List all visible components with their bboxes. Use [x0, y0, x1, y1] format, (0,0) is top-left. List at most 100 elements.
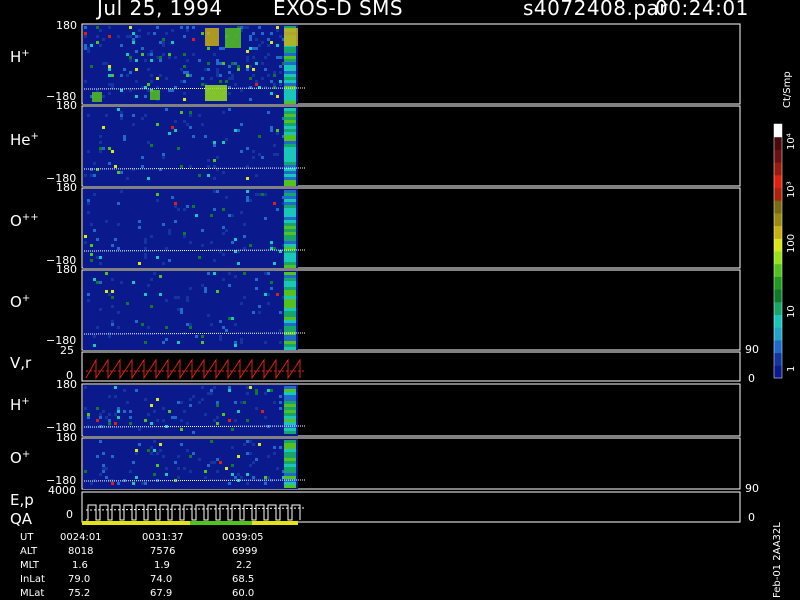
spectrogram-cell	[99, 413, 102, 416]
spectrogram-cell	[129, 71, 132, 74]
spectrogram-cell	[284, 305, 296, 308]
spectrogram-bg-hp1	[83, 25, 298, 104]
spectrogram-cell	[168, 89, 171, 92]
spectrogram-cell	[99, 147, 102, 150]
spectrogram-cell	[225, 329, 228, 332]
spectrogram-cell	[255, 62, 258, 65]
spectrogram-cell	[135, 59, 138, 62]
spectrogram-cell	[171, 126, 174, 129]
footer-ut-3: 0039:05	[222, 532, 264, 543]
spectrogram-cell	[132, 38, 135, 41]
spectrogram-cell	[144, 419, 147, 422]
spectrogram-cell	[105, 62, 108, 65]
spectrogram-cell	[168, 53, 171, 56]
spectrogram-cell	[264, 392, 267, 395]
spectrogram-cell	[246, 147, 249, 150]
spectrogram-cell	[284, 89, 296, 92]
spectrogram-cell	[246, 68, 249, 71]
spectrogram-cell	[150, 235, 153, 238]
spectrogram-cell	[84, 407, 87, 410]
colorbar-swatch	[774, 263, 782, 277]
spectrogram-cell	[102, 464, 105, 467]
spectrogram-cell	[284, 202, 296, 205]
spectrogram-cell	[87, 416, 90, 419]
spectrogram-cell	[150, 446, 153, 449]
spectrogram-cell	[165, 473, 168, 476]
spectrogram-cell	[120, 89, 123, 92]
spectrogram-cell	[90, 65, 93, 68]
tick-opp-top: 180	[56, 181, 77, 194]
colorbar-swatch	[774, 187, 782, 201]
spectrogram-cell	[132, 461, 135, 464]
spectrogram-cell	[90, 244, 93, 247]
spectrogram-cell	[201, 32, 204, 35]
spectrogram-cell	[270, 281, 273, 284]
spectrogram-cell	[231, 428, 234, 431]
spectrogram-cell	[207, 159, 210, 162]
spectrogram-cell	[132, 32, 135, 35]
panel-label-o-plus: O+	[10, 293, 31, 311]
spectrogram-cell	[177, 147, 180, 150]
footer-mlt-1: 1.6	[72, 560, 88, 571]
spectrogram-cell	[246, 199, 249, 202]
spectrogram-cell	[171, 29, 174, 32]
spectrogram-cell	[284, 77, 296, 80]
spectrogram-cell	[120, 171, 123, 174]
spectrogram-patch	[205, 85, 227, 101]
spectrogram-cell	[267, 44, 270, 47]
spectrogram-cell	[162, 41, 165, 44]
spectrogram-cell	[216, 470, 219, 473]
spectrogram-cell	[234, 419, 237, 422]
spectrogram-cell	[90, 259, 93, 262]
spectrogram-cell	[234, 83, 237, 86]
spectrogram-cell	[231, 317, 234, 320]
spectrogram-cell	[105, 220, 108, 223]
spectrogram-cell	[195, 335, 198, 338]
spectrogram-cell	[231, 77, 234, 80]
spectrogram-cell	[171, 196, 174, 199]
spectrogram-cell	[243, 235, 246, 238]
spectrogram-cell	[284, 50, 296, 53]
spectrogram-cell	[222, 208, 225, 211]
spectrogram-cell	[135, 389, 138, 392]
spectrogram-cell	[162, 341, 165, 344]
spectrogram-cell	[279, 407, 282, 410]
spectrogram-cell	[219, 320, 222, 323]
spectrogram-cell	[246, 440, 249, 443]
spectrogram-cell	[279, 56, 282, 59]
footer-alt-2: 7576	[150, 546, 176, 557]
spectrogram-cell	[284, 226, 296, 229]
spectrogram-cell	[156, 199, 159, 202]
spectrogram-cell	[249, 386, 252, 389]
tick-h-top: 180	[56, 19, 77, 32]
spectrogram-cell	[156, 419, 159, 422]
spectrogram-cell	[273, 401, 276, 404]
spectrogram-cell	[111, 305, 114, 308]
spectrogram-cell	[168, 229, 171, 232]
spectrogram-cell	[114, 165, 117, 168]
spectrogram-cell	[237, 455, 240, 458]
spectrogram-cell	[284, 326, 296, 329]
spectrogram-cell	[270, 244, 273, 247]
footer-label-ut: UT	[20, 532, 34, 543]
spectrogram-cell	[96, 89, 99, 92]
spectrogram-cell	[255, 193, 258, 196]
spectrogram-cell	[204, 476, 207, 479]
spectrogram-cell	[234, 238, 237, 241]
colorbar-swatch	[774, 276, 782, 290]
colorbar-tick-100: 100	[786, 233, 797, 253]
spectrogram-cell	[201, 335, 204, 338]
spectrogram-cell	[168, 259, 171, 262]
spectrogram-cell	[168, 410, 171, 413]
colorbar-tick-10000: 10⁴	[786, 133, 797, 150]
spectrogram-cell	[270, 126, 273, 129]
spectrogram-cell	[225, 467, 228, 470]
spectrogram-cell	[156, 256, 159, 259]
spectrogram-cell	[117, 223, 120, 226]
spectrogram-cell	[165, 247, 168, 250]
panel-frame-ep	[81, 491, 741, 523]
spectrogram-cell	[284, 440, 296, 443]
spectrogram-cell	[147, 177, 150, 180]
spectrogram-cell	[284, 293, 296, 296]
spectrogram-cell	[243, 223, 246, 226]
